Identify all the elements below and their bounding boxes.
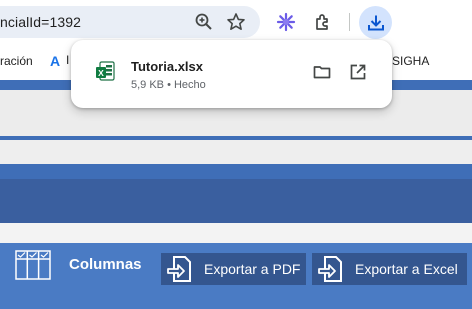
export-excel-button[interactable]: Exportar a Excel	[312, 253, 467, 285]
export-pdf-button[interactable]: Exportar a PDF	[161, 253, 306, 285]
download-file-name[interactable]: Tutoria.xlsx	[131, 59, 203, 74]
bookmark-item-2[interactable]: I	[66, 53, 69, 67]
toolbar-separator	[349, 13, 350, 31]
url-text[interactable]: ncialId=1392	[0, 14, 81, 30]
excel-file-icon: X	[95, 61, 115, 88]
download-bubble: X Tutoria.xlsx 5,9 KB • Hecho	[71, 40, 392, 108]
folder-icon[interactable]	[312, 62, 332, 82]
page-spacer	[0, 223, 472, 243]
browser-toolbar: ncialId=1392	[0, 0, 472, 44]
puzzle-icon[interactable]	[313, 12, 333, 32]
page-gray-band-2	[0, 140, 472, 164]
open-external-icon[interactable]	[348, 62, 368, 82]
export-pdf-label: Exportar a PDF	[204, 261, 301, 277]
export-file-icon	[317, 255, 347, 283]
bookmark-item-2-icon[interactable]: A	[50, 53, 60, 69]
page-divider-2	[0, 164, 472, 179]
bookmark-item-1[interactable]: ración	[0, 54, 33, 68]
export-excel-label: Exportar a Excel	[355, 261, 458, 277]
page-dark-bar	[0, 179, 472, 223]
download-file-meta: 5,9 KB • Hecho	[131, 79, 206, 91]
svg-text:X: X	[98, 68, 104, 78]
columns-button-label[interactable]: Columnas	[69, 256, 142, 273]
perplexity-extension-icon[interactable]	[276, 12, 296, 32]
zoom-in-icon[interactable]	[194, 12, 214, 32]
export-file-icon	[166, 255, 196, 283]
bookmark-item-3[interactable]: SIGHA	[392, 54, 429, 68]
columns-icon[interactable]	[15, 250, 51, 285]
download-icon[interactable]	[366, 13, 386, 33]
star-icon[interactable]	[226, 12, 246, 32]
